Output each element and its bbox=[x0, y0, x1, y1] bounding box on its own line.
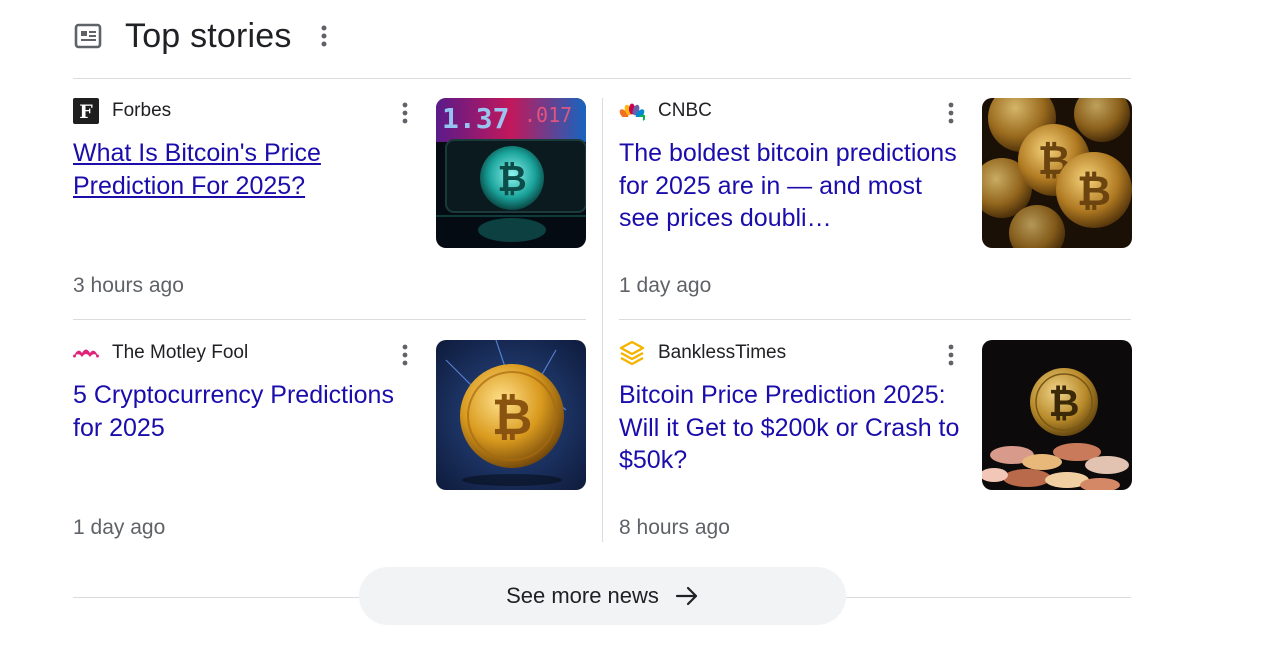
story-card[interactable]: CNBC The boldest bitcoin predictions for… bbox=[619, 98, 1132, 306]
story-card[interactable]: F Forbes What Is Bitcoin's Price Predict… bbox=[73, 98, 586, 306]
story-source: CNBC bbox=[619, 98, 712, 124]
more-divider bbox=[73, 597, 359, 598]
svg-text:.017: .017 bbox=[524, 103, 572, 127]
story-timestamp: 1 day ago bbox=[73, 516, 166, 539]
see-more-news-label: See more news bbox=[506, 583, 659, 608]
story-headline-link[interactable]: Bitcoin Price Prediction 2025: Will it G… bbox=[619, 379, 964, 477]
see-more-news-button[interactable]: See more news bbox=[359, 567, 846, 625]
svg-text:F: F bbox=[79, 101, 93, 123]
story-source: The Motley Fool bbox=[73, 340, 248, 366]
svg-text:1.37: 1.37 bbox=[442, 102, 509, 135]
story-timestamp: 8 hours ago bbox=[619, 516, 730, 539]
story-headline-link[interactable]: 5 Cryptocurrency Predictions for 2025 bbox=[73, 379, 418, 444]
forbes-f-icon: F bbox=[73, 98, 99, 124]
story-card[interactable]: BanklessTimes Bitcoin Price Prediction 2… bbox=[619, 340, 1132, 548]
story-headline-link[interactable]: The boldest bitcoin predictions for 2025… bbox=[619, 137, 964, 235]
svg-text:₿: ₿ bbox=[497, 159, 526, 200]
story-thumbnail[interactable]: ₿ bbox=[436, 340, 586, 490]
story-options-icon[interactable] bbox=[393, 342, 417, 368]
row-divider bbox=[73, 319, 586, 320]
motley-fool-jester-icon bbox=[73, 340, 99, 366]
page-title: Top stories bbox=[125, 16, 292, 55]
arrow-right-icon bbox=[675, 585, 699, 607]
svg-text:₿: ₿ bbox=[1077, 166, 1111, 215]
story-source: BanklessTimes bbox=[619, 340, 786, 366]
story-timestamp: 1 day ago bbox=[619, 274, 712, 297]
svg-text:₿: ₿ bbox=[492, 388, 533, 446]
svg-text:₿: ₿ bbox=[1049, 381, 1080, 425]
more-options-icon[interactable] bbox=[314, 21, 334, 51]
story-headline-link[interactable]: What Is Bitcoin's Price Prediction For 2… bbox=[73, 137, 418, 202]
story-options-icon[interactable] bbox=[939, 342, 963, 368]
story-source: F Forbes bbox=[73, 98, 171, 124]
story-source-name: BanklessTimes bbox=[658, 342, 787, 363]
column-divider bbox=[602, 98, 603, 542]
story-source-name: The Motley Fool bbox=[112, 342, 249, 363]
row-divider bbox=[619, 319, 1131, 320]
more-divider bbox=[846, 597, 1131, 598]
top-stories-header: Top stories bbox=[73, 14, 334, 58]
header-divider bbox=[73, 78, 1131, 79]
cnbc-peacock-icon bbox=[619, 98, 645, 124]
story-source-name: Forbes bbox=[112, 100, 172, 121]
story-timestamp: 3 hours ago bbox=[73, 274, 184, 297]
story-thumbnail[interactable]: ₿ bbox=[982, 340, 1132, 490]
story-thumbnail[interactable]: ₿ ₿ bbox=[982, 98, 1132, 248]
story-options-icon[interactable] bbox=[393, 100, 417, 126]
story-card[interactable]: The Motley Fool 5 Cryptocurrency Predict… bbox=[73, 340, 586, 548]
story-thumbnail[interactable]: 1.37 .017 ₿ bbox=[436, 98, 586, 248]
bankless-times-icon bbox=[619, 340, 645, 366]
story-source-name: CNBC bbox=[658, 100, 712, 121]
story-options-icon[interactable] bbox=[939, 100, 963, 126]
newspaper-icon bbox=[73, 21, 103, 51]
